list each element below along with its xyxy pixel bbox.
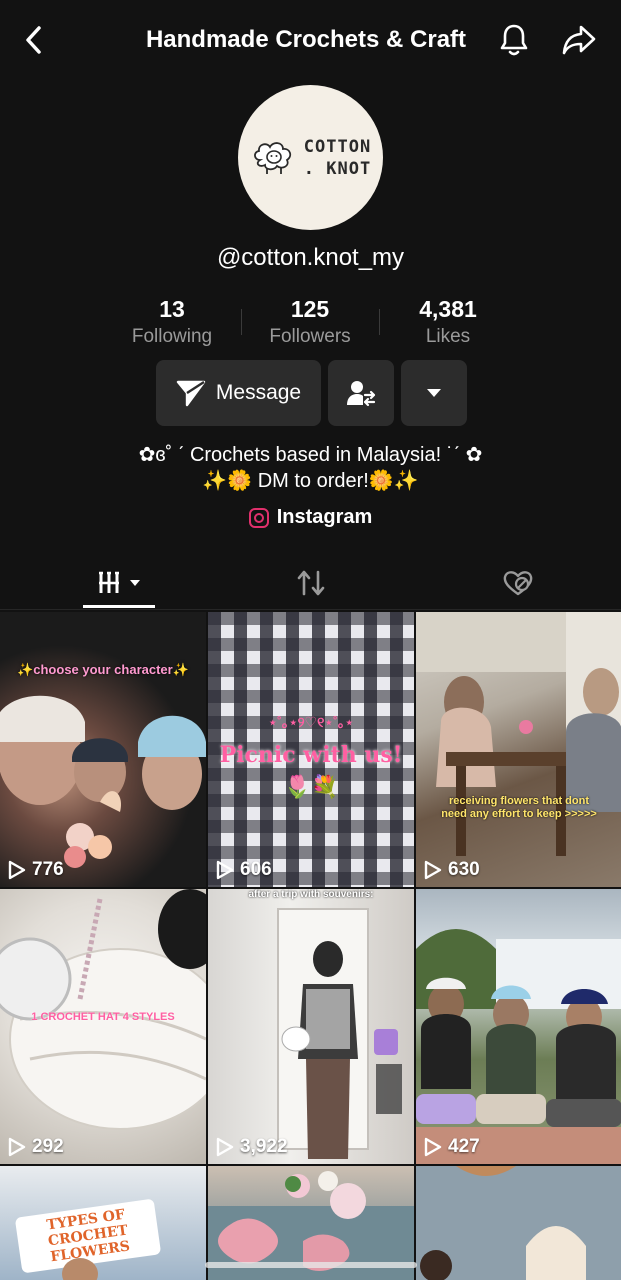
send-icon (176, 380, 206, 407)
decorative-text: ⋆˚｡⋆୨♡୧⋆˚｡⋆ (268, 714, 354, 730)
stat-value: 125 (290, 296, 330, 322)
stat-followers[interactable]: 125 Followers (241, 295, 379, 355)
play-icon (424, 860, 442, 880)
message-button-label: Message (215, 381, 302, 404)
instagram-link[interactable]: Instagram (0, 506, 621, 529)
stat-following[interactable]: 13 Following (103, 295, 241, 355)
bell-icon (500, 24, 528, 56)
view-count-value: 427 (448, 1136, 480, 1157)
profile-stats: 13 Following 125 Followers 4,381 Likes (103, 295, 517, 355)
follow-toggle-button[interactable] (328, 360, 394, 426)
video-grid: ✨choose your character✨ 776 ⋆˚｡⋆୨♡୧⋆˚｡⋆ … (0, 612, 621, 1280)
play-icon (216, 1137, 234, 1157)
video-preview-art (0, 889, 206, 1130)
avatar[interactable]: COTTON. KNOT (238, 85, 383, 230)
view-count-value: 776 (32, 859, 64, 880)
avatar-logo-text: COTTON. KNOT (303, 136, 372, 179)
caret-down-icon (427, 389, 441, 397)
view-count-value: 3,922 (240, 1136, 288, 1157)
video-preview-art (416, 612, 621, 856)
heart-hidden-icon (503, 571, 532, 596)
content-tabs (0, 556, 621, 610)
repost-icon (297, 570, 324, 596)
video-thumbnail[interactable]: ⋆˚｡⋆୨♡୧⋆˚｡⋆ Picnic with us! 🌷💐 606 (208, 612, 414, 887)
video-thumbnail[interactable]: ✨choose your character✨ 776 (0, 612, 206, 887)
play-icon (8, 860, 26, 880)
video-caption: 1 CROCHET HAT 4 STYLES (31, 1011, 175, 1023)
top-bar: Handmade Crochets & Craft (0, 0, 621, 80)
username: @cotton.knot_my (216, 244, 405, 271)
page-title: Handmade Crochets & Craft (145, 26, 467, 53)
user-swap-icon (347, 381, 376, 407)
stat-value: 4,381 (419, 296, 477, 322)
play-icon (424, 1137, 442, 1157)
bio-line: ✿ɞ˚ ˊ Crochets based in Malaysia! ˙ˊ ✿ (138, 444, 483, 466)
tab-liked[interactable] (414, 556, 621, 610)
play-icon (216, 860, 234, 880)
video-caption: receiving flowers that dont need any eff… (441, 795, 597, 820)
share-button[interactable] (558, 20, 600, 60)
profile-actions: Message (156, 360, 467, 426)
view-count-value: 292 (32, 1136, 64, 1157)
view-count: 427 (424, 1136, 480, 1158)
video-thumbnail[interactable]: 427 (416, 889, 621, 1164)
stat-label: Likes (425, 326, 471, 347)
flower-emoji: 🌷💐 (283, 774, 339, 799)
more-options-button[interactable] (401, 360, 467, 426)
bio-line: ✨🌼 DM to order!🌼✨ (202, 470, 419, 492)
view-count-value: 630 (448, 859, 480, 880)
play-icon (8, 1137, 26, 1157)
back-button[interactable] (18, 22, 50, 58)
video-thumbnail[interactable]: 1 CROCHET HAT 4 STYLES 292 (0, 889, 206, 1164)
tab-videos[interactable] (0, 556, 207, 610)
view-count: 776 (8, 859, 64, 881)
bio: ✿ɞ˚ ˊ Crochets based in Malaysia! ˙ˊ ✿ ✨… (0, 442, 621, 494)
video-caption: ✨choose your character✨ (17, 662, 189, 677)
view-count: 292 (8, 1136, 64, 1158)
video-preview-art (0, 695, 206, 868)
video-caption: Picnic with us! (219, 742, 403, 768)
stat-likes[interactable]: 4,381 Likes (379, 295, 517, 355)
video-thumbnail[interactable]: receiving flowers that dont need any eff… (416, 612, 621, 887)
video-thumbnail[interactable] (416, 1166, 621, 1280)
video-preview-art (416, 929, 621, 1164)
stat-label: Followers (269, 326, 351, 347)
view-count: 606 (216, 859, 272, 881)
video-preview-art (277, 908, 402, 1159)
video-thumbnail[interactable]: after a trip with souvenirs: 3,922 (208, 889, 414, 1164)
video-thumbnail[interactable]: TYPES OF CROCHET FLOWERS (0, 1166, 206, 1280)
chevron-left-icon (26, 26, 41, 54)
instagram-icon (248, 507, 269, 528)
notification-button[interactable] (494, 20, 534, 60)
video-preview-art (62, 1258, 98, 1280)
view-count-value: 606 (240, 859, 272, 880)
instagram-link-label: Instagram (276, 506, 373, 528)
home-indicator[interactable] (205, 1262, 417, 1268)
share-arrow-icon (562, 25, 596, 55)
tab-reposts[interactable] (207, 556, 414, 610)
stat-label: Following (131, 326, 213, 347)
grid-bars-icon (99, 571, 140, 593)
sheep-logo-icon (253, 141, 291, 174)
message-button[interactable]: Message (156, 360, 321, 426)
view-count: 630 (424, 859, 480, 881)
view-count: 3,922 (216, 1136, 288, 1158)
stat-value: 13 (159, 296, 185, 322)
video-preview-art (416, 1166, 621, 1280)
